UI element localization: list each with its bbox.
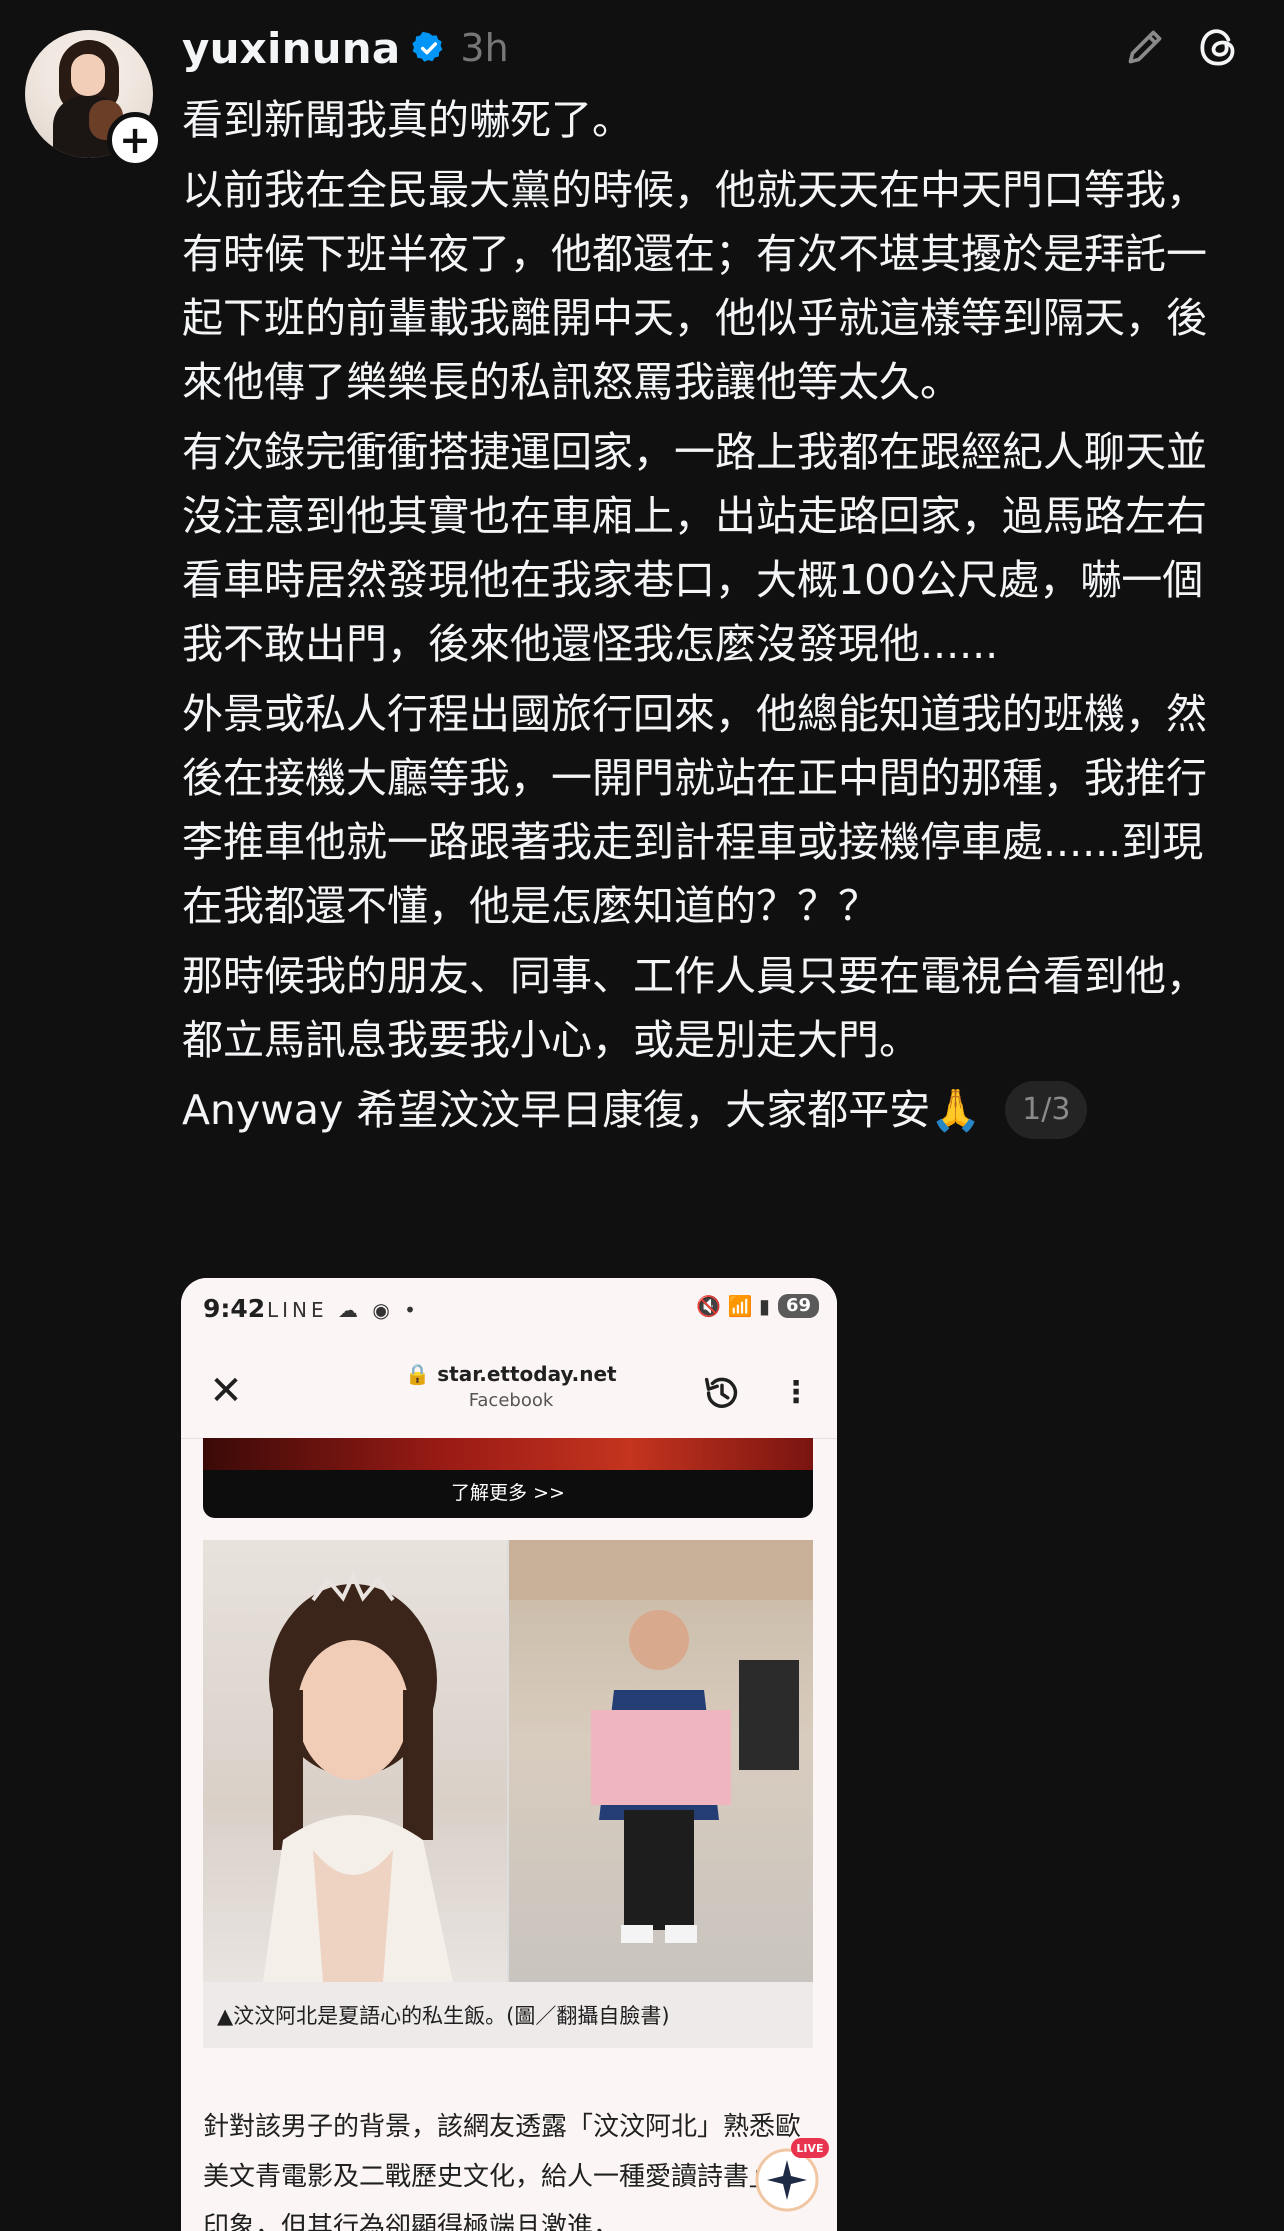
ad-banner-image [203, 1438, 813, 1470]
post-time: 3h [460, 26, 509, 70]
ad-learn-more: 了解更多 >> [203, 1470, 813, 1518]
post-paragraph: 以前我在全民最大黨的時候，他就天天在中天門口等我，有時候下班半夜了，他都還在；有… [182, 166, 1207, 406]
kebab-menu-icon: ⋮ [781, 1375, 811, 1410]
post-paragraph: 看到新聞我真的嚇死了。 [182, 96, 633, 144]
attached-screenshot[interactable]: 9:42 LINE ☁ ◉ • 🔇 📶 ▮ 69 ✕ 🔒 star.ettoda… [181, 1278, 837, 2231]
avatar[interactable]: + [25, 30, 163, 168]
post-paragraph: 有次錄完衝衝搭捷運回家，一路上我都在跟經紀人聊天並沒注意到他其實也在車廂上，出站… [182, 428, 1207, 668]
battery-icon: 69 [777, 1294, 819, 1318]
url-source: Facebook [468, 1390, 554, 1411]
article-photo [203, 1540, 813, 1982]
post-paragraph: 那時候我的朋友、同事、工作人員只要在電視台看到他，都立馬訊息我要我小心，或是別走… [182, 952, 1207, 1064]
post-header: yuxinuna 3h [182, 18, 509, 78]
post-paragraph: Anyway 希望汶汶早日康復，大家都平安🙏 [182, 1086, 982, 1134]
history-icon [704, 1377, 738, 1408]
bride-photo [203, 1540, 507, 1982]
close-icon: ✕ [209, 1368, 243, 1414]
pencil-icon[interactable] [1120, 22, 1170, 72]
phone-status-bar: 9:42 LINE ☁ ◉ • 🔇 📶 ▮ 69 [181, 1278, 837, 1348]
live-sparkle-icon: LIVE [755, 2138, 829, 2212]
post-paragraph: 外景或私人行程出國旅行回來，他總能知道我的班機，然後在接機大廳等我，一開門就站在… [182, 690, 1207, 930]
username[interactable]: yuxinuna [182, 24, 400, 73]
post-body: 看到新聞我真的嚇死了。 以前我在全民最大黨的時候，他就天天在中天門口等我，有時候… [182, 88, 1212, 1142]
media-page-indicator: 1/3 [1005, 1081, 1088, 1139]
live-label: LIVE [796, 2142, 823, 2155]
notification-icons: LINE ☁ ◉ • [267, 1298, 420, 1322]
signal-icons: 🔇 📶 ▮ [696, 1294, 770, 1318]
article-text: 針對該男子的背景，該網友透露「汶汶阿北」熟悉歐美文青電影及二戰歷史文化，給人一種… [203, 2112, 802, 2231]
url-block: 🔒 star.ettoday.net Facebook [341, 1362, 681, 1411]
follow-plus-icon[interactable]: + [107, 112, 163, 168]
browser-bar: ✕ 🔒 star.ettoday.net Facebook ⋮ [181, 1348, 837, 1439]
system-icons: 🔇 📶 ▮ 69 [696, 1294, 819, 1318]
verified-badge-icon [412, 31, 443, 62]
photo-caption-box: ▲汶汶阿北是夏語心的私生飯。(圖／翻攝自臉書) [203, 1982, 813, 2048]
man-photo [509, 1540, 813, 1982]
post-last-line: Anyway 希望汶汶早日康復，大家都平安🙏 1/3 [182, 1078, 1212, 1142]
url-text: 🔒 star.ettoday.net [405, 1362, 617, 1386]
status-time: 9:42 [203, 1294, 266, 1323]
threads-logo-icon[interactable] [1194, 22, 1244, 72]
threads-post-page: + yuxinuna 3h 看到新聞我真的嚇死了。 以前我在全民最大黨的時候，他… [0, 0, 1284, 2231]
photo-caption: ▲汶汶阿北是夏語心的私生飯。(圖／翻攝自臉書) [217, 2004, 670, 2028]
